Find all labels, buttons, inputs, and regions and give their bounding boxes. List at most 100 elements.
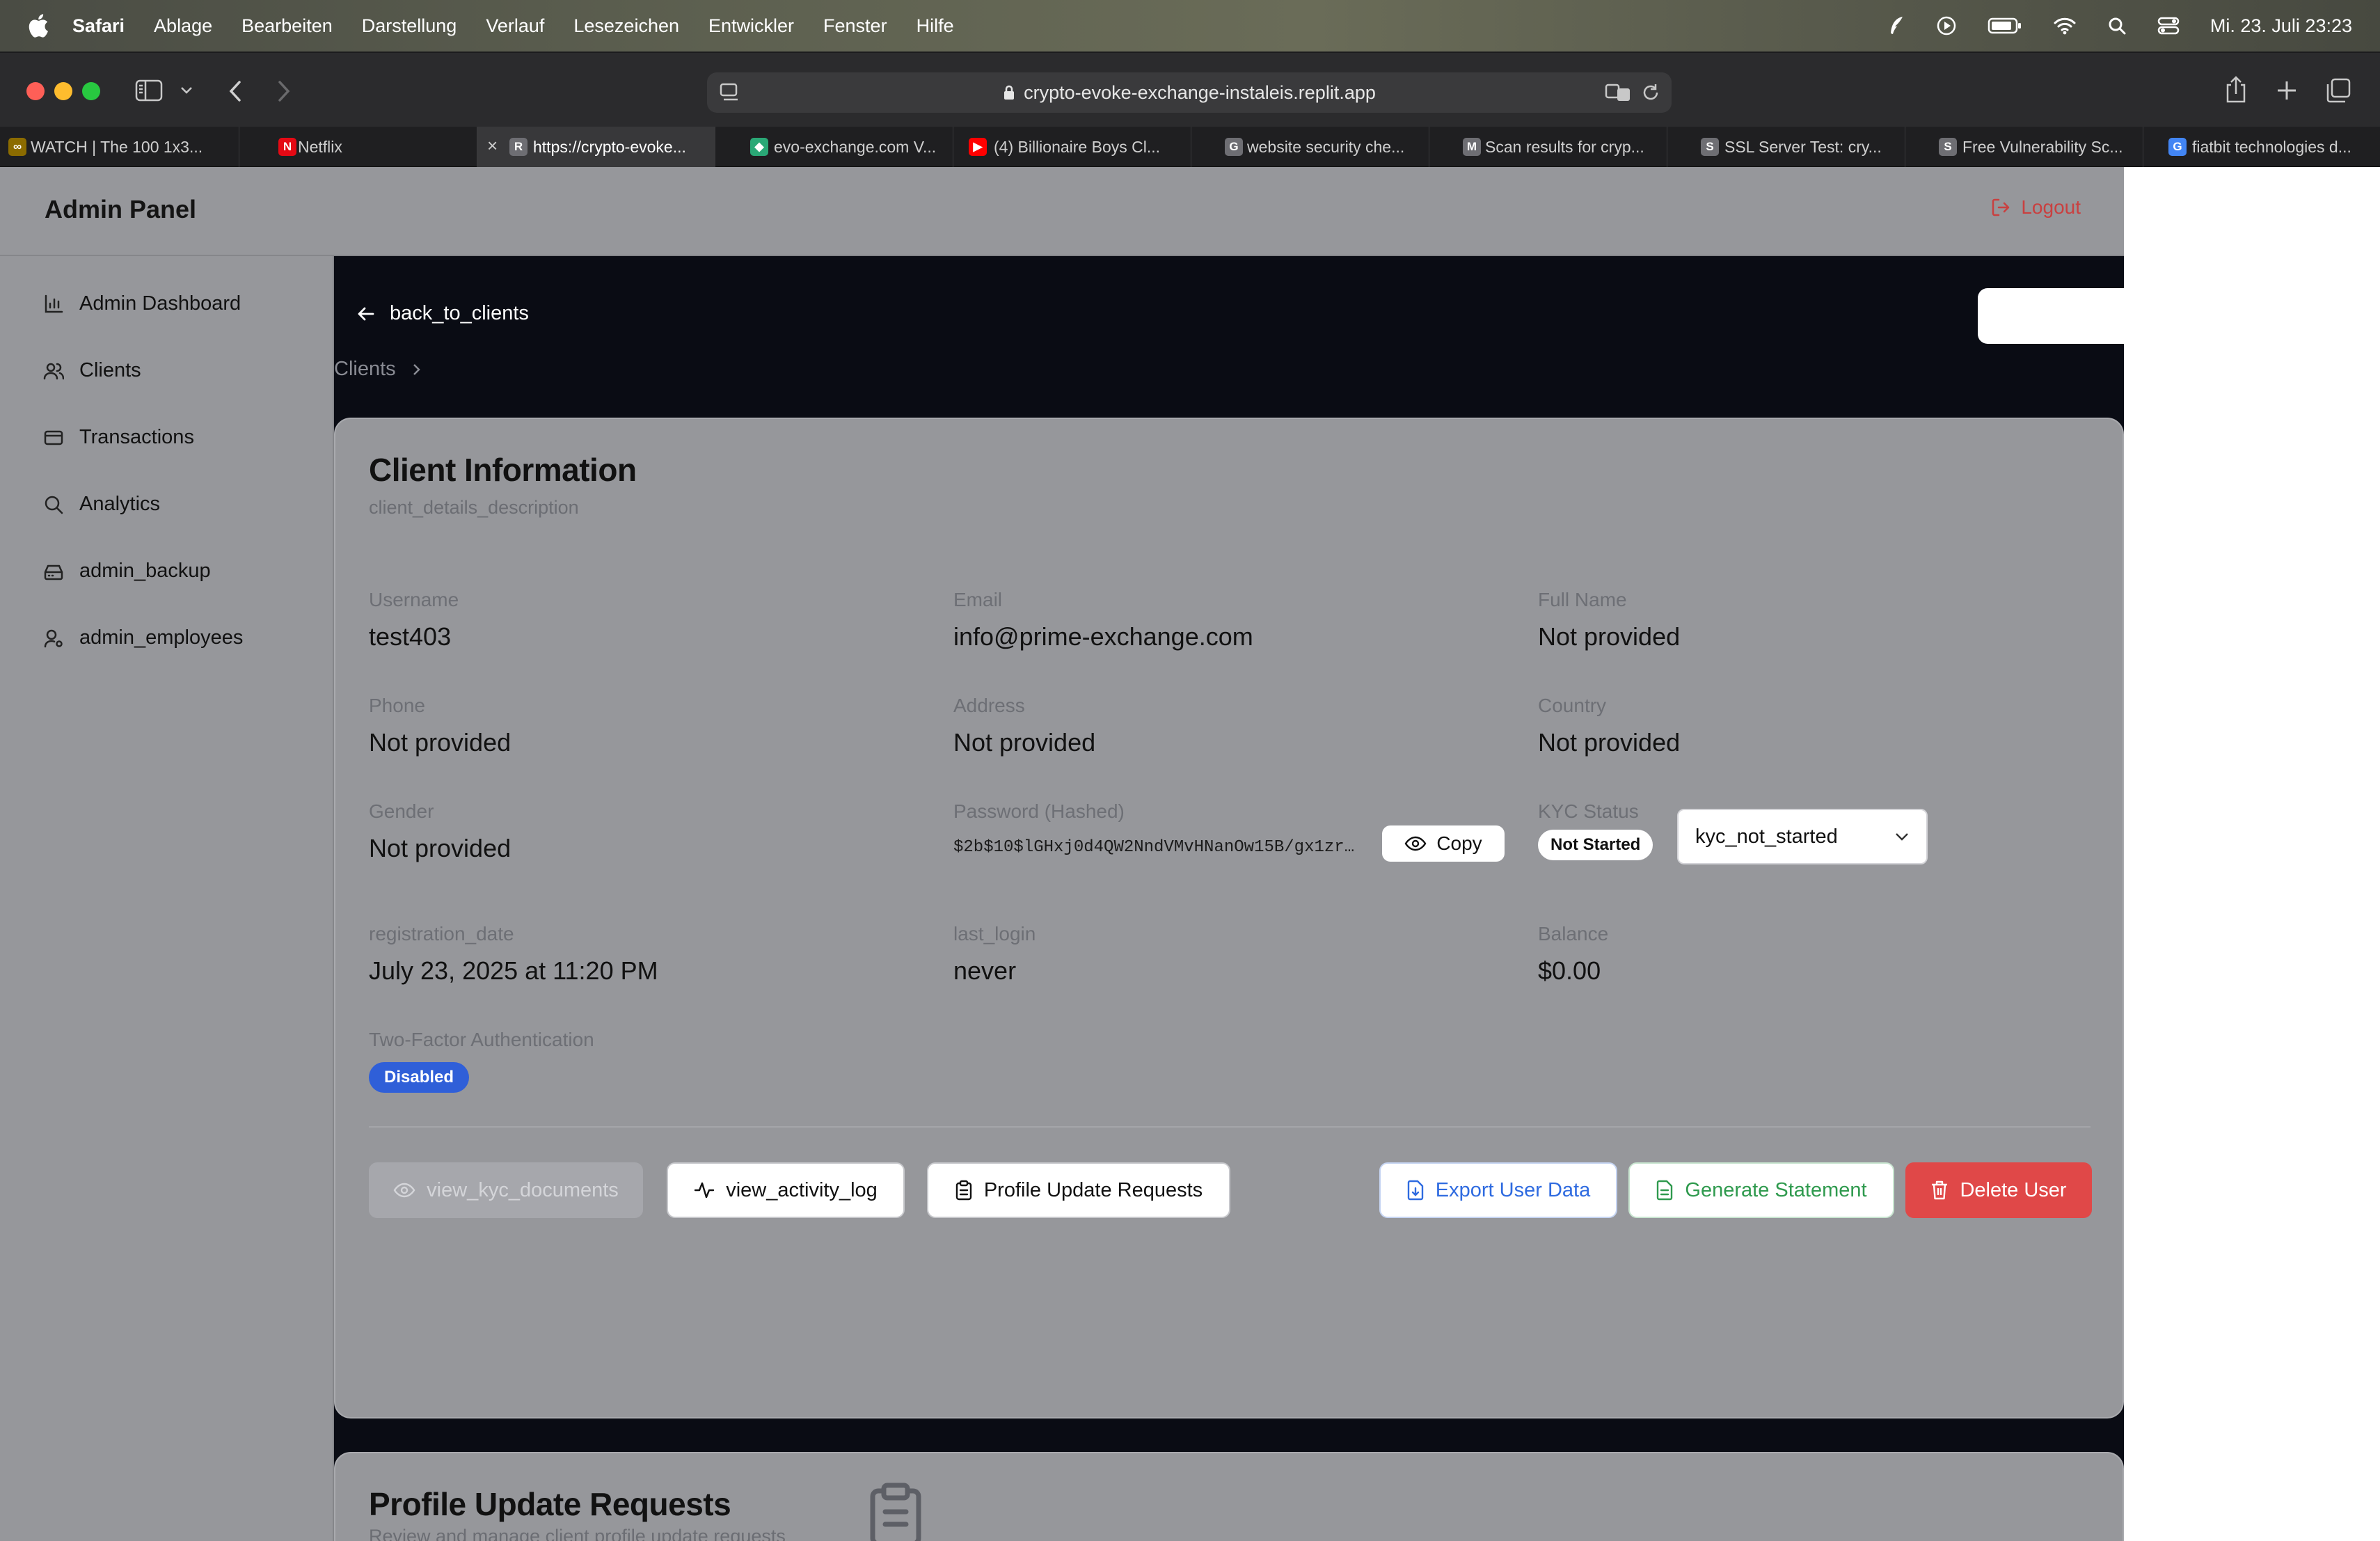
tab-website-security[interactable]: Gwebsite security che... [1191, 127, 1429, 167]
username-value: test403 [369, 622, 452, 651]
country-value: Not provided [1538, 728, 1681, 757]
translate-icon[interactable] [1605, 83, 1633, 102]
tab-ssl-test[interactable]: S SSL Server Test: cry... [1667, 127, 1905, 167]
sidebar-item-admin-employees[interactable]: admin_employees [43, 626, 243, 649]
reader-view-icon[interactable] [720, 83, 740, 102]
profile-update-requests-button[interactable]: Profile Update Requests [927, 1162, 1230, 1218]
tab-fiatbit[interactable]: Gfiatbit technologies d... [2143, 127, 2380, 167]
apple-logo-icon[interactable] [26, 13, 49, 38]
feather-icon[interactable] [1887, 15, 1905, 36]
sidebar-item-analytics[interactable]: Analytics [43, 493, 160, 516]
brand-title: Admin Panel [45, 195, 197, 223]
wifi-icon[interactable] [2053, 17, 2077, 35]
kyc-status-select[interactable]: kyc_not_started [1677, 809, 1928, 864]
chevron-down-icon[interactable] [180, 85, 193, 96]
tab-evo-exchange[interactable]: ◆ evo-exchange.com V... [715, 127, 953, 167]
tab-watch[interactable]: ∞ WATCH | The 100 1x3... [0, 127, 239, 167]
sidebar-item-admin-backup[interactable]: admin_backup [43, 560, 211, 583]
zoom-window-button[interactable] [82, 82, 100, 100]
url-text[interactable]: crypto-evoke-exchange-instaleis.replit.a… [1024, 82, 1376, 104]
sidebar-item-label: admin_backup [79, 560, 211, 582]
file-download-icon [1407, 1180, 1423, 1201]
share-icon[interactable] [2224, 75, 2248, 104]
copy-label: Copy [1436, 832, 1482, 854]
profile-update-requests-card: Profile Update Requests Review and manag… [334, 1452, 2124, 1541]
menu-fenster[interactable]: Fenster [823, 15, 887, 37]
tab-scan-results[interactable]: M Scan results for cryp... [1429, 127, 1667, 167]
chevron-down-icon [1896, 833, 1908, 841]
menu-hilfe[interactable]: Hilfe [917, 15, 954, 37]
minimize-window-button[interactable] [54, 82, 72, 100]
users-icon [43, 363, 64, 379]
delete-user-button[interactable]: Delete User [1905, 1162, 2092, 1218]
arrow-left-icon [358, 307, 374, 320]
gender-value: Not provided [369, 834, 511, 862]
export-user-data-button[interactable]: Export User Data [1379, 1162, 1617, 1218]
control-center-icon[interactable] [2157, 16, 2180, 35]
view-activity-log-button[interactable]: view_activity_log [667, 1162, 905, 1218]
menu-entwickler[interactable]: Entwickler [708, 15, 794, 37]
view-kyc-documents-button[interactable]: view_kyc_documents [369, 1162, 643, 1218]
generate-statement-button[interactable]: Generate Statement [1628, 1162, 1894, 1218]
address-label: Address [953, 695, 1025, 716]
browser-toolbar: crypto-evoke-exchange-instaleis.replit.a… [0, 52, 2380, 127]
gender-label: Gender [369, 800, 434, 822]
button-label: Export User Data [1435, 1178, 1591, 1201]
new-tab-icon[interactable] [2276, 79, 2298, 102]
tab-youtube[interactable]: ▶ (4) Billionaire Boys Cl... [953, 127, 1191, 167]
tab-favicon-icon: ∞ [8, 138, 26, 156]
sidebar-item-label: Analytics [79, 493, 161, 515]
back-arrow-icon[interactable] [227, 79, 244, 103]
username-label: Username [369, 589, 459, 610]
battery-icon[interactable] [1988, 17, 2022, 35]
menu-lesezeichen[interactable]: Lesezeichen [573, 15, 679, 37]
admin-page: Admin Panel Logout Admin Dashboard Clien… [0, 167, 2124, 1541]
menu-verlauf[interactable]: Verlauf [486, 15, 544, 37]
logout-button[interactable]: Logout [1990, 196, 2081, 219]
play-circle-icon[interactable] [1936, 15, 1957, 36]
back-to-clients-link[interactable]: back_to_clients [356, 302, 529, 325]
menu-safari[interactable]: Safari [72, 15, 125, 37]
tab-netflix[interactable]: N Netflix [239, 127, 477, 167]
tab-favicon-icon: G [2168, 138, 2187, 156]
menu-bearbeiten[interactable]: Bearbeiten [241, 15, 333, 37]
user-cog-icon [44, 629, 63, 647]
copy-password-button[interactable]: Copy [1382, 825, 1505, 862]
sidebar: Admin Dashboard Clients Transactions Ana… [0, 256, 334, 1541]
trash-icon [1932, 1180, 1948, 1200]
sidebar-item-label: Admin Dashboard [79, 292, 241, 315]
spotlight-search-icon[interactable] [2107, 16, 2127, 35]
card-title: Profile Update Requests [369, 1486, 731, 1522]
address-bar[interactable]: crypto-evoke-exchange-instaleis.replit.a… [707, 72, 1672, 113]
sidebar-item-transactions[interactable]: Transactions [43, 426, 194, 449]
sidebar-item-label: Clients [79, 359, 141, 381]
reload-icon[interactable] [1641, 83, 1660, 102]
breadcrumb-clients[interactable]: Clients [334, 358, 396, 381]
tab-favicon-icon: ◆ [750, 138, 768, 156]
email-label: Email [953, 589, 1003, 610]
sidebar-item-admin-dashboard[interactable]: Admin Dashboard [43, 292, 241, 315]
tab-crypto-evoke[interactable]: × Rhttps://crypto-evoke... [477, 127, 715, 167]
button-label: Generate Statement [1685, 1178, 1867, 1201]
main-top-bar: back_to_clients Clients [334, 256, 2124, 420]
sidebar-toggle-icon[interactable] [135, 79, 163, 102]
tab-vulnerability-scan[interactable]: S Free Vulnerability Sc... [1905, 127, 2143, 167]
tab-label: Free Vulnerability Sc... [1962, 137, 2123, 156]
eye-icon [1404, 836, 1427, 851]
tab-close-icon[interactable]: × [487, 135, 498, 157]
menu-darstellung[interactable]: Darstellung [362, 15, 457, 37]
sidebar-item-clients[interactable]: Clients [43, 359, 141, 382]
divider [369, 1126, 2091, 1128]
close-window-button[interactable] [26, 82, 45, 100]
clock[interactable]: Mi. 23. Juli 23:23 [2210, 15, 2352, 37]
tab-label: website security che... [1247, 137, 1405, 156]
tab-overview-icon[interactable] [2326, 78, 2351, 103]
fullname-value: Not provided [1538, 622, 1681, 651]
button-label: Profile Update Requests [983, 1178, 1203, 1201]
tab-label: evo-exchange.com V... [774, 137, 937, 156]
menu-ablage[interactable]: Ablage [154, 15, 212, 37]
header-action-button[interactable] [1978, 288, 2124, 344]
forward-arrow-icon[interactable] [276, 79, 292, 103]
balance-value: $0.00 [1538, 956, 1601, 985]
email-value: info@prime-exchange.com [953, 622, 1253, 651]
